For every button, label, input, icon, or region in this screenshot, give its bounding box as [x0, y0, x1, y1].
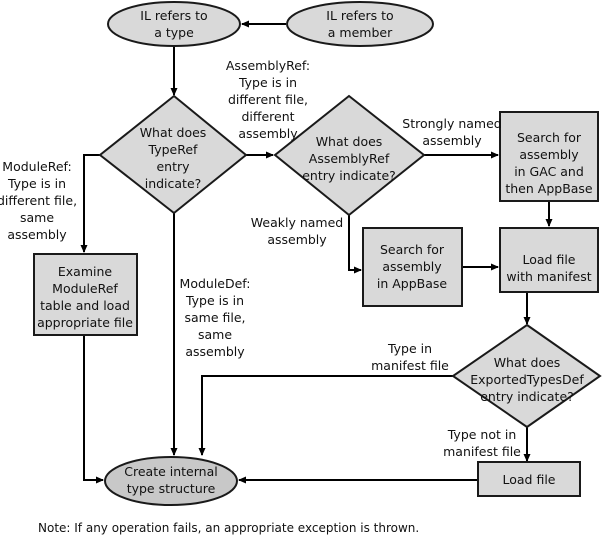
node-search-gac: Search for assembly in GAC and then AppB… [499, 111, 599, 202]
node-examine-moduleref: Examine ModuleRef table and load appropr… [33, 253, 138, 336]
edge-label-line: Strongly named [402, 116, 501, 131]
node-label: Create internal [124, 464, 217, 479]
node-label: Load file [523, 252, 576, 267]
edges [80, 20, 553, 484]
edge-label-type-in-manifest: Type in manifest file [371, 341, 449, 373]
node-label: Load file [503, 472, 556, 487]
edge-label-line: ModuleDef: [180, 276, 251, 291]
edge-label-line: manifest file [443, 444, 521, 459]
node-label: a type [154, 25, 194, 40]
node-label: assembly [382, 259, 442, 274]
edge-label-line: different [241, 109, 294, 124]
edge-assemblyref-to-appbase [348, 215, 362, 274]
node-il-type: IL refers to a type [107, 1, 241, 47]
node-exportedtypes-decision: What does ExportedTypesDef entry indicat… [451, 323, 602, 429]
edge-label-line: assembly [238, 126, 298, 141]
node-label: entry indicate? [480, 389, 574, 404]
edge-label-type-not-in-manifest: Type not in manifest file [443, 427, 521, 459]
node-label: entry [156, 159, 190, 174]
node-label: table and load [40, 298, 130, 313]
edge-label-line: manifest file [371, 358, 449, 373]
footnote: Note: If any operation fails, an appropr… [38, 521, 419, 535]
edge-label-line: different file, [228, 92, 308, 107]
edge-label-line: assembly [422, 133, 482, 148]
node-label: TypeRef [148, 142, 199, 157]
node-search-appbase: Search for assembly in AppBase [362, 227, 463, 307]
edge-label-weakly-named: Weakly named assembly [251, 215, 343, 247]
edge-label-strongly-named: Strongly named assembly [402, 116, 501, 148]
node-create-type: Create internal type structure [104, 456, 238, 506]
flowchart: IL refers to a type IL refers to a membe… [0, 1, 602, 535]
edge-label-line: same [198, 327, 232, 342]
edge-label-line: same [20, 210, 54, 225]
edge-label-line: same file, [184, 310, 245, 325]
edge-label-line: Type is in [185, 293, 244, 308]
node-label: What does [140, 125, 207, 140]
node-label: appropriate file [37, 315, 133, 330]
node-label: IL refers to [326, 8, 393, 23]
node-label: assembly [519, 147, 579, 162]
node-label: then AppBase [505, 181, 593, 196]
node-label: entry indicate? [302, 168, 396, 183]
node-load-file: Load file [477, 461, 581, 497]
edge-label-line: Type is in [7, 176, 66, 191]
node-label: ExportedTypesDef [470, 372, 584, 387]
edge-exported-to-create [198, 375, 453, 456]
edge-label-line: Type not in [447, 427, 517, 442]
edge-label-line: Type in [387, 341, 432, 356]
node-label: indicate? [145, 176, 202, 191]
node-label: type structure [127, 481, 216, 496]
edge-label-line: AssemblyRef: [226, 58, 310, 73]
edge-moduleref-to-create [83, 335, 104, 484]
node-label: Search for [517, 130, 582, 145]
node-typeref-decision: What does TypeRef entry indicate? [98, 94, 248, 215]
node-label: What does [494, 355, 561, 370]
node-label: AssemblyRef [309, 151, 390, 166]
node-load-manifest: Load file with manifest [499, 227, 599, 293]
edge-label-line: ModuleRef: [2, 159, 71, 174]
node-label: in AppBase [377, 276, 448, 291]
node-label: ModuleRef [52, 281, 118, 296]
node-label: Search for [380, 242, 445, 257]
node-assemblyref-decision: What does AssemblyRef entry indicate? [273, 94, 426, 217]
node-label: a member [328, 25, 393, 40]
edge-label-line: Weakly named [251, 215, 343, 230]
node-label: in GAC and [514, 164, 584, 179]
node-label: with manifest [506, 269, 591, 284]
edge-label-line: different file, [0, 193, 77, 208]
edge-label-line: Type is in [238, 75, 297, 90]
node-label: Examine [58, 264, 113, 279]
node-label: IL refers to [140, 8, 207, 23]
edge-label-moduleref: ModuleRef: Type is in different file, sa… [0, 159, 77, 242]
node-il-member: IL refers to a member [286, 1, 434, 47]
node-label: What does [316, 134, 383, 149]
edge-label-line: assembly [267, 232, 327, 247]
edge-typeref-to-moduleref [80, 154, 100, 253]
edge-label-line: assembly [7, 227, 67, 242]
edge-label-line: assembly [185, 344, 245, 359]
edge-label-assemblyref: AssemblyRef: Type is in different file, … [226, 58, 310, 141]
edge-label-moduledef: ModuleDef: Type is in same file, same as… [180, 276, 251, 359]
